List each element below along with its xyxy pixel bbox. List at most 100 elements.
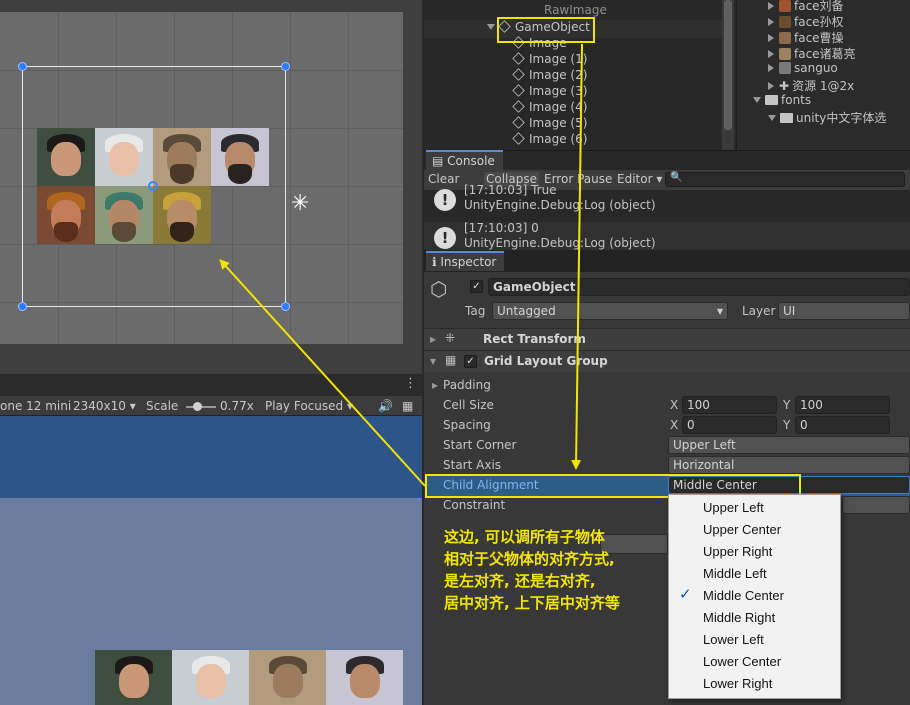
- project-folder-fonts[interactable]: fonts: [753, 93, 811, 107]
- tab-inspector[interactable]: ℹ Inspector: [426, 251, 505, 271]
- start-corner-dropdown[interactable]: Upper Left: [668, 436, 910, 454]
- game-tile-portrait-1: [95, 650, 172, 705]
- expand-arrow-icon[interactable]: [768, 2, 774, 10]
- audio-icon[interactable]: 🔊: [378, 399, 393, 413]
- padding-arrow-icon[interactable]: ▸: [432, 378, 438, 392]
- object-name-field[interactable]: GameObject: [488, 278, 910, 296]
- option-upper-center[interactable]: Upper Center: [669, 519, 840, 541]
- cell-size-y-label: Y: [783, 398, 791, 412]
- layer-dropdown[interactable]: UI: [778, 302, 910, 320]
- expand-arrow-icon[interactable]: [768, 50, 774, 58]
- image-thumb-icon: [779, 48, 791, 60]
- expand-arrow-icon[interactable]: [768, 64, 774, 72]
- constraint-dropdown[interactable]: [842, 496, 910, 514]
- hierarchy-item-image-4[interactable]: Image (4): [512, 100, 587, 114]
- expand-arrow-icon[interactable]: [753, 97, 761, 103]
- stats-icon[interactable]: ▦: [402, 399, 413, 413]
- hierarchy-item-image-1[interactable]: Image (1): [512, 52, 587, 66]
- log-line-1: [17:10:03] 0: [464, 221, 539, 235]
- collapse-arrow-icon[interactable]: ▸: [430, 332, 436, 346]
- start-axis-dropdown[interactable]: Horizontal: [668, 456, 910, 474]
- scene-tile-portrait-7: [153, 186, 211, 244]
- scale-label: Scale: [146, 399, 179, 413]
- hierarchy-item-rawimage[interactable]: RawImage: [544, 3, 607, 17]
- expand-arrow-icon[interactable]: [768, 115, 776, 121]
- console-icon: ▤: [432, 154, 448, 168]
- resize-handle-tr[interactable]: [281, 62, 290, 71]
- annotation-line: 是左对齐, 还是右对齐,: [444, 572, 596, 590]
- spacing-y-input[interactable]: 0: [795, 416, 890, 434]
- expand-arrow-icon[interactable]: [487, 24, 495, 30]
- hierarchy-item-image-6[interactable]: Image (6): [512, 132, 587, 146]
- scale-slider-knob[interactable]: [193, 402, 202, 411]
- scene-tile-portrait-1: [37, 128, 95, 186]
- constraint-label: Constraint: [443, 498, 506, 512]
- expand-arrow-icon[interactable]: [768, 18, 774, 26]
- cube-icon: [512, 52, 525, 65]
- grid-layout-enabled-checkbox[interactable]: ✓: [464, 355, 477, 368]
- project-item-sanguo[interactable]: sanguo: [768, 61, 838, 75]
- info-icon: !: [434, 189, 456, 211]
- option-upper-right[interactable]: Upper Right: [669, 541, 840, 563]
- game-tile-portrait-3: [249, 650, 326, 705]
- scene-tile-portrait-5: [37, 186, 95, 244]
- option-lower-right[interactable]: Lower Right: [669, 673, 840, 695]
- more-options-icon[interactable]: ⋮: [404, 376, 417, 391]
- child-alignment-options-list[interactable]: Upper Left Upper Center Upper Right Midd…: [668, 494, 841, 699]
- project-item-resource[interactable]: ✚ 资源 1@2x: [768, 77, 854, 94]
- cube-icon: [512, 132, 525, 145]
- pivot-handle[interactable]: [148, 181, 158, 191]
- rect-transform-header[interactable]: ▸ ⁜ Rect Transform: [424, 328, 910, 350]
- expand-arrow-icon[interactable]: [768, 82, 774, 90]
- tab-console[interactable]: ▤ Console: [426, 150, 503, 170]
- option-lower-left[interactable]: Lower Left: [669, 629, 840, 651]
- device-dropdown[interactable]: one 12 mini: [0, 399, 71, 413]
- option-lower-center[interactable]: Lower Center: [669, 651, 840, 673]
- image-thumb-icon: [779, 16, 791, 28]
- play-mode-dropdown[interactable]: Play Focused ▾: [265, 399, 353, 413]
- project-item-face-caocao[interactable]: face曹操: [768, 29, 844, 46]
- scale-value: 0.77x: [220, 399, 254, 413]
- game-view[interactable]: [0, 498, 422, 705]
- scene-tile-portrait-6: [95, 186, 153, 244]
- gameobject-cube-icon: ⬡: [430, 277, 448, 301]
- expand-arrow-icon[interactable]: [768, 34, 774, 42]
- project-folder-unity-fonts[interactable]: unity中文字体选: [768, 109, 886, 126]
- hierarchy-item-image-2[interactable]: Image (2): [512, 68, 587, 82]
- move-tool-icon[interactable]: ✳: [291, 193, 309, 215]
- resize-handle-bl[interactable]: [18, 302, 27, 311]
- project-item-face-zhugeliang[interactable]: face诸葛亮: [768, 45, 856, 62]
- active-checkbox[interactable]: ✓: [470, 280, 483, 293]
- resize-handle-tl[interactable]: [18, 62, 27, 71]
- cell-size-x-input[interactable]: 100: [682, 396, 777, 414]
- padding-label[interactable]: Padding: [443, 378, 491, 392]
- cell-size-y-input[interactable]: 100: [795, 396, 890, 414]
- image-thumb-icon: [779, 0, 791, 12]
- cube-icon: [512, 100, 525, 113]
- project-item-face-liubei[interactable]: face刘备: [768, 0, 844, 14]
- puzzle-icon: ✚: [779, 79, 790, 93]
- resolution-dropdown[interactable]: 2340x10 ▾: [73, 399, 136, 413]
- option-middle-center[interactable]: ✓ Middle Center: [669, 585, 840, 607]
- game-tab-strip: ⋮: [0, 374, 422, 396]
- tag-dropdown[interactable]: Untagged ▾: [492, 302, 728, 320]
- option-middle-right[interactable]: Middle Right: [669, 607, 840, 629]
- hierarchy-item-image-5[interactable]: Image (5): [512, 116, 587, 130]
- cube-icon: [512, 68, 525, 81]
- expand-arrow-icon[interactable]: ▾: [430, 354, 436, 368]
- grid-layout-header[interactable]: ▾ ▦ ✓ Grid Layout Group: [424, 350, 910, 372]
- spacing-x-input[interactable]: 0: [682, 416, 777, 434]
- image-thumb-icon: [779, 62, 791, 74]
- info-icon: !: [434, 227, 456, 249]
- log-entry[interactable]: ! [17:10:03] True UnityEngine.Debug:Log …: [424, 183, 910, 220]
- project-item-face-sunquan[interactable]: face孙权: [768, 13, 844, 30]
- option-upper-left[interactable]: Upper Left: [669, 497, 840, 519]
- hierarchy-item-image-3[interactable]: Image (3): [512, 84, 587, 98]
- cell-size-label: Cell Size: [443, 398, 494, 412]
- game-toolbar: one 12 mini 2340x10 ▾ Scale 0.77x Play F…: [0, 396, 422, 416]
- spacing-y-label: Y: [783, 418, 791, 432]
- resize-handle-br[interactable]: [281, 302, 290, 311]
- log-line-1: [17:10:03] True: [464, 183, 557, 197]
- hierarchy-scrollbar-thumb[interactable]: [724, 0, 732, 130]
- option-middle-left[interactable]: Middle Left: [669, 563, 840, 585]
